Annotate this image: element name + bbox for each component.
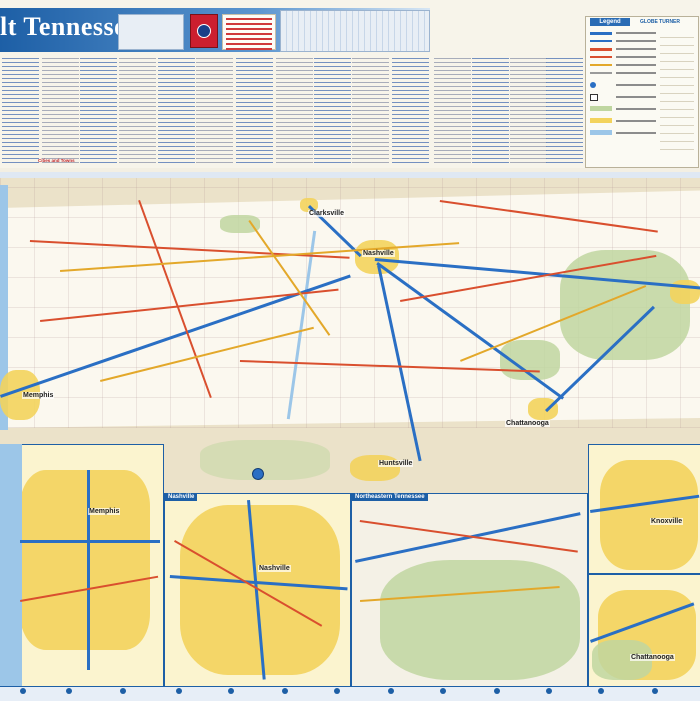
memphis-inset-urban [20,470,150,650]
legend-park-swatch [590,106,612,111]
grid-marker-icon [388,688,394,694]
legend-label [616,56,656,58]
knoxville-inset-city-label: Knoxville [650,518,684,525]
chattanooga-inset-city-label: Chattanooga [630,654,675,661]
index-column [352,56,389,164]
index-column [119,56,156,164]
legend-local-road-swatch [590,72,612,74]
grid-marker-icon [440,688,446,694]
city-label-huntsville[interactable]: Huntsville [378,460,414,467]
interstate-shield-icon [590,82,596,88]
forest-area [560,250,690,360]
grid-marker-icon [282,688,288,694]
index-column [276,56,313,164]
index-column [472,56,509,164]
flag-stars-disc [197,24,211,38]
compass-rose-icon [252,468,264,480]
legend-label [616,108,656,110]
legend-symbols-column [660,30,694,150]
index-column [196,56,233,164]
nashville-inset-city-label: Nashville [258,565,291,572]
city-label-chattanooga[interactable]: Chattanooga [505,420,550,427]
index-column [236,56,273,164]
legend-urban-swatch [590,118,612,123]
legend-water-swatch [590,130,612,135]
mileage-chart [280,10,430,52]
legend-title: Legend [590,18,630,26]
index-column [314,56,351,164]
us-route-shield-icon [590,94,598,101]
city-label-nashville[interactable]: Nashville [362,250,395,257]
city-label-clarksville[interactable]: Clarksville [308,210,346,217]
publisher-logo: GLOBE TURNER [640,19,680,25]
grid-marker-icon [66,688,72,694]
northeast-inset-title: Northeastern Tennessee [352,493,428,501]
grid-marker-icon [652,688,658,694]
nashville-urban-area [355,240,399,274]
memphis-inset-river [0,444,22,686]
legend-interstate-swatch [590,32,612,35]
index-column [80,56,117,164]
legend-label [616,72,656,74]
legend-label [616,64,656,66]
index-column [510,56,547,164]
legend-label [616,40,656,42]
city-label-memphis[interactable]: Memphis [22,392,55,399]
northeast-inset-forest [380,560,580,680]
forest-area [220,215,260,233]
index-column [2,56,39,164]
grid-marker-icon [228,688,234,694]
state-facts-box [222,14,276,50]
grid-marker-icon [334,688,340,694]
legend-label [616,48,656,50]
legend-label [616,32,656,34]
grid-marker-icon [120,688,126,694]
memphis-inset-interstate [20,540,160,543]
index-column [434,56,471,164]
legend-label [616,84,656,86]
legend-label [616,132,656,134]
nashville-inset-title: Nashville [165,493,198,501]
legend-label [616,120,656,122]
legend-secondary-swatch [590,56,612,58]
legend-other-road-swatch [590,64,612,66]
index-column [546,56,583,164]
huntsville-urban-area [350,455,400,481]
alabama-terrain [200,440,330,480]
grid-marker-icon [598,688,604,694]
legend-primary-swatch [590,48,612,51]
grid-marker-icon [494,688,500,694]
cities-and-towns-heading: Cities and Towns [38,158,75,163]
index-column [42,56,79,164]
index-column [158,56,195,164]
us-locator-map [118,14,184,50]
index-column [392,56,429,164]
memphis-inset-city-label: Memphis [88,508,121,515]
knoxville-inset-urban [600,460,698,570]
map-grid-strip [0,686,700,701]
legend-label [616,96,656,98]
memphis-inset-interstate [87,470,90,670]
grid-marker-icon [546,688,552,694]
grid-marker-icon [20,688,26,694]
legend-tollway-swatch [590,40,612,42]
grid-marker-icon [176,688,182,694]
